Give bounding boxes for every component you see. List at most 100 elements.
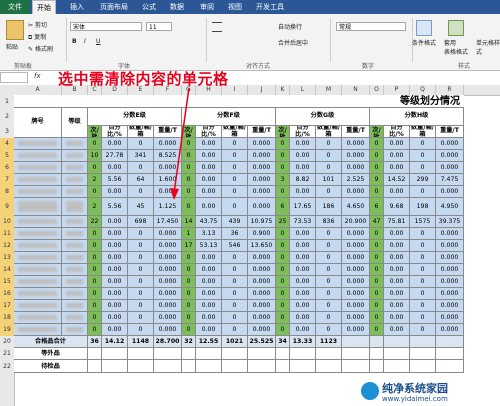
fx-icon[interactable]: fx: [34, 72, 41, 80]
table-cell[interactable]: 13.650: [248, 240, 276, 252]
table-cell[interactable]: 2: [88, 198, 102, 216]
table-cell[interactable]: [342, 360, 370, 373]
table-cell[interactable]: 0: [222, 198, 248, 216]
table-cell[interactable]: 0: [316, 324, 342, 336]
table-cell[interactable]: 0: [88, 138, 102, 150]
table-cell[interactable]: 0: [182, 288, 196, 300]
wrap-text-button[interactable]: 自动换行: [278, 22, 302, 31]
sub-header[interactable]: 批次/批: [276, 126, 290, 138]
brand-cell[interactable]: [14, 228, 62, 240]
table-cell[interactable]: 0: [222, 288, 248, 300]
italic-button[interactable]: I: [84, 38, 86, 45]
row-header[interactable]: 6: [0, 162, 14, 174]
table-cell[interactable]: 0.00: [290, 138, 316, 150]
table-cell[interactable]: 0.000: [436, 252, 464, 264]
grade-cell[interactable]: [62, 198, 88, 216]
underline-button[interactable]: U: [96, 38, 100, 45]
table-cell[interactable]: 0: [316, 300, 342, 312]
sub-header[interactable]: 重量/T: [342, 126, 370, 138]
table-cell[interactable]: 27.78: [102, 150, 128, 162]
table-cell[interactable]: [88, 360, 102, 373]
table-cell[interactable]: [370, 360, 384, 373]
table-cell[interactable]: 0: [182, 300, 196, 312]
ribbon-tab[interactable]: 公式: [138, 0, 160, 14]
row-header[interactable]: 19: [0, 324, 14, 336]
brand-column-header[interactable]: 牌号: [14, 108, 62, 138]
table-cell[interactable]: 0: [276, 138, 290, 150]
table-format-icon[interactable]: [448, 20, 464, 36]
table-cell[interactable]: [196, 360, 222, 373]
table-cell[interactable]: 0: [370, 162, 384, 174]
table-cell[interactable]: 0.00: [384, 150, 410, 162]
brand-cell[interactable]: [14, 252, 62, 264]
column-header[interactable]: J: [248, 85, 276, 95]
ribbon-tab[interactable]: 开发工具: [252, 0, 288, 14]
table-cell[interactable]: 1: [182, 228, 196, 240]
table-cell[interactable]: 0: [410, 276, 436, 288]
total-cell[interactable]: 1021: [222, 336, 248, 348]
table-cell[interactable]: 0.000: [248, 252, 276, 264]
table-cell[interactable]: 0.000: [436, 312, 464, 324]
grade-cell[interactable]: [62, 162, 88, 174]
number-format-select[interactable]: 常规: [336, 22, 406, 31]
table-cell[interactable]: [182, 360, 196, 373]
table-cell[interactable]: 0: [370, 300, 384, 312]
row-header[interactable]: 1: [0, 95, 14, 108]
extra-row-label[interactable]: 等外品: [14, 348, 88, 360]
table-cell[interactable]: 198: [410, 198, 436, 216]
table-cell[interactable]: 0.000: [248, 138, 276, 150]
table-cell[interactable]: 0: [410, 240, 436, 252]
table-cell[interactable]: 698: [128, 216, 154, 228]
group-header[interactable]: 分数F级: [182, 108, 276, 126]
table-cell[interactable]: 0.000: [342, 138, 370, 150]
table-cell[interactable]: 0.000: [154, 324, 182, 336]
table-cell[interactable]: 0.00: [384, 252, 410, 264]
row-header[interactable]: 16: [0, 288, 14, 300]
row-header[interactable]: 21: [0, 348, 14, 360]
grade-cell[interactable]: [62, 288, 88, 300]
table-cell[interactable]: 0: [128, 162, 154, 174]
group-header[interactable]: 分数G级: [276, 108, 370, 126]
align-top-icon[interactable]: [212, 22, 222, 32]
row-header[interactable]: 5: [0, 150, 14, 162]
table-cell[interactable]: 0: [410, 324, 436, 336]
table-cell[interactable]: 0.00: [290, 162, 316, 174]
table-cell[interactable]: 0: [276, 186, 290, 198]
table-cell[interactable]: 0: [182, 186, 196, 198]
table-cell[interactable]: 0.00: [102, 288, 128, 300]
table-cell[interactable]: 0: [276, 288, 290, 300]
table-cell[interactable]: 546: [222, 240, 248, 252]
table-cell[interactable]: 4.650: [342, 198, 370, 216]
table-cell[interactable]: 6: [370, 198, 384, 216]
table-cell[interactable]: 0.00: [102, 264, 128, 276]
grade-cell[interactable]: [62, 264, 88, 276]
brand-cell[interactable]: [14, 288, 62, 300]
table-cell[interactable]: 0: [316, 276, 342, 288]
font-name-select[interactable]: 宋体: [70, 22, 142, 31]
title-row[interactable]: 等级划分情况: [14, 95, 464, 108]
table-cell[interactable]: 0: [276, 324, 290, 336]
brand-cell[interactable]: [14, 186, 62, 198]
grade-cell[interactable]: [62, 312, 88, 324]
brand-cell[interactable]: [14, 312, 62, 324]
bold-button[interactable]: B: [72, 38, 77, 45]
table-cell[interactable]: 0: [88, 264, 102, 276]
table-cell[interactable]: 39.375: [436, 216, 464, 228]
table-cell[interactable]: 0.00: [196, 186, 222, 198]
sub-header[interactable]: 批次/批: [88, 126, 102, 138]
grade-cell[interactable]: [62, 150, 88, 162]
table-cell[interactable]: 0.00: [196, 312, 222, 324]
table-cell[interactable]: 0: [222, 252, 248, 264]
table-cell[interactable]: 0: [370, 228, 384, 240]
grade-cell[interactable]: [62, 138, 88, 150]
table-cell[interactable]: [222, 360, 248, 373]
table-cell[interactable]: 0: [128, 312, 154, 324]
row-header[interactable]: 20: [0, 336, 14, 348]
row-header[interactable]: 7: [0, 174, 14, 186]
sub-header[interactable]: 百分比/%: [196, 126, 222, 138]
format-painter-button[interactable]: ✎ 格式刷: [28, 44, 53, 53]
table-cell[interactable]: 0.000: [248, 162, 276, 174]
table-cell[interactable]: 0: [276, 312, 290, 324]
table-cell[interactable]: 0: [276, 228, 290, 240]
table-cell[interactable]: 0.000: [342, 252, 370, 264]
